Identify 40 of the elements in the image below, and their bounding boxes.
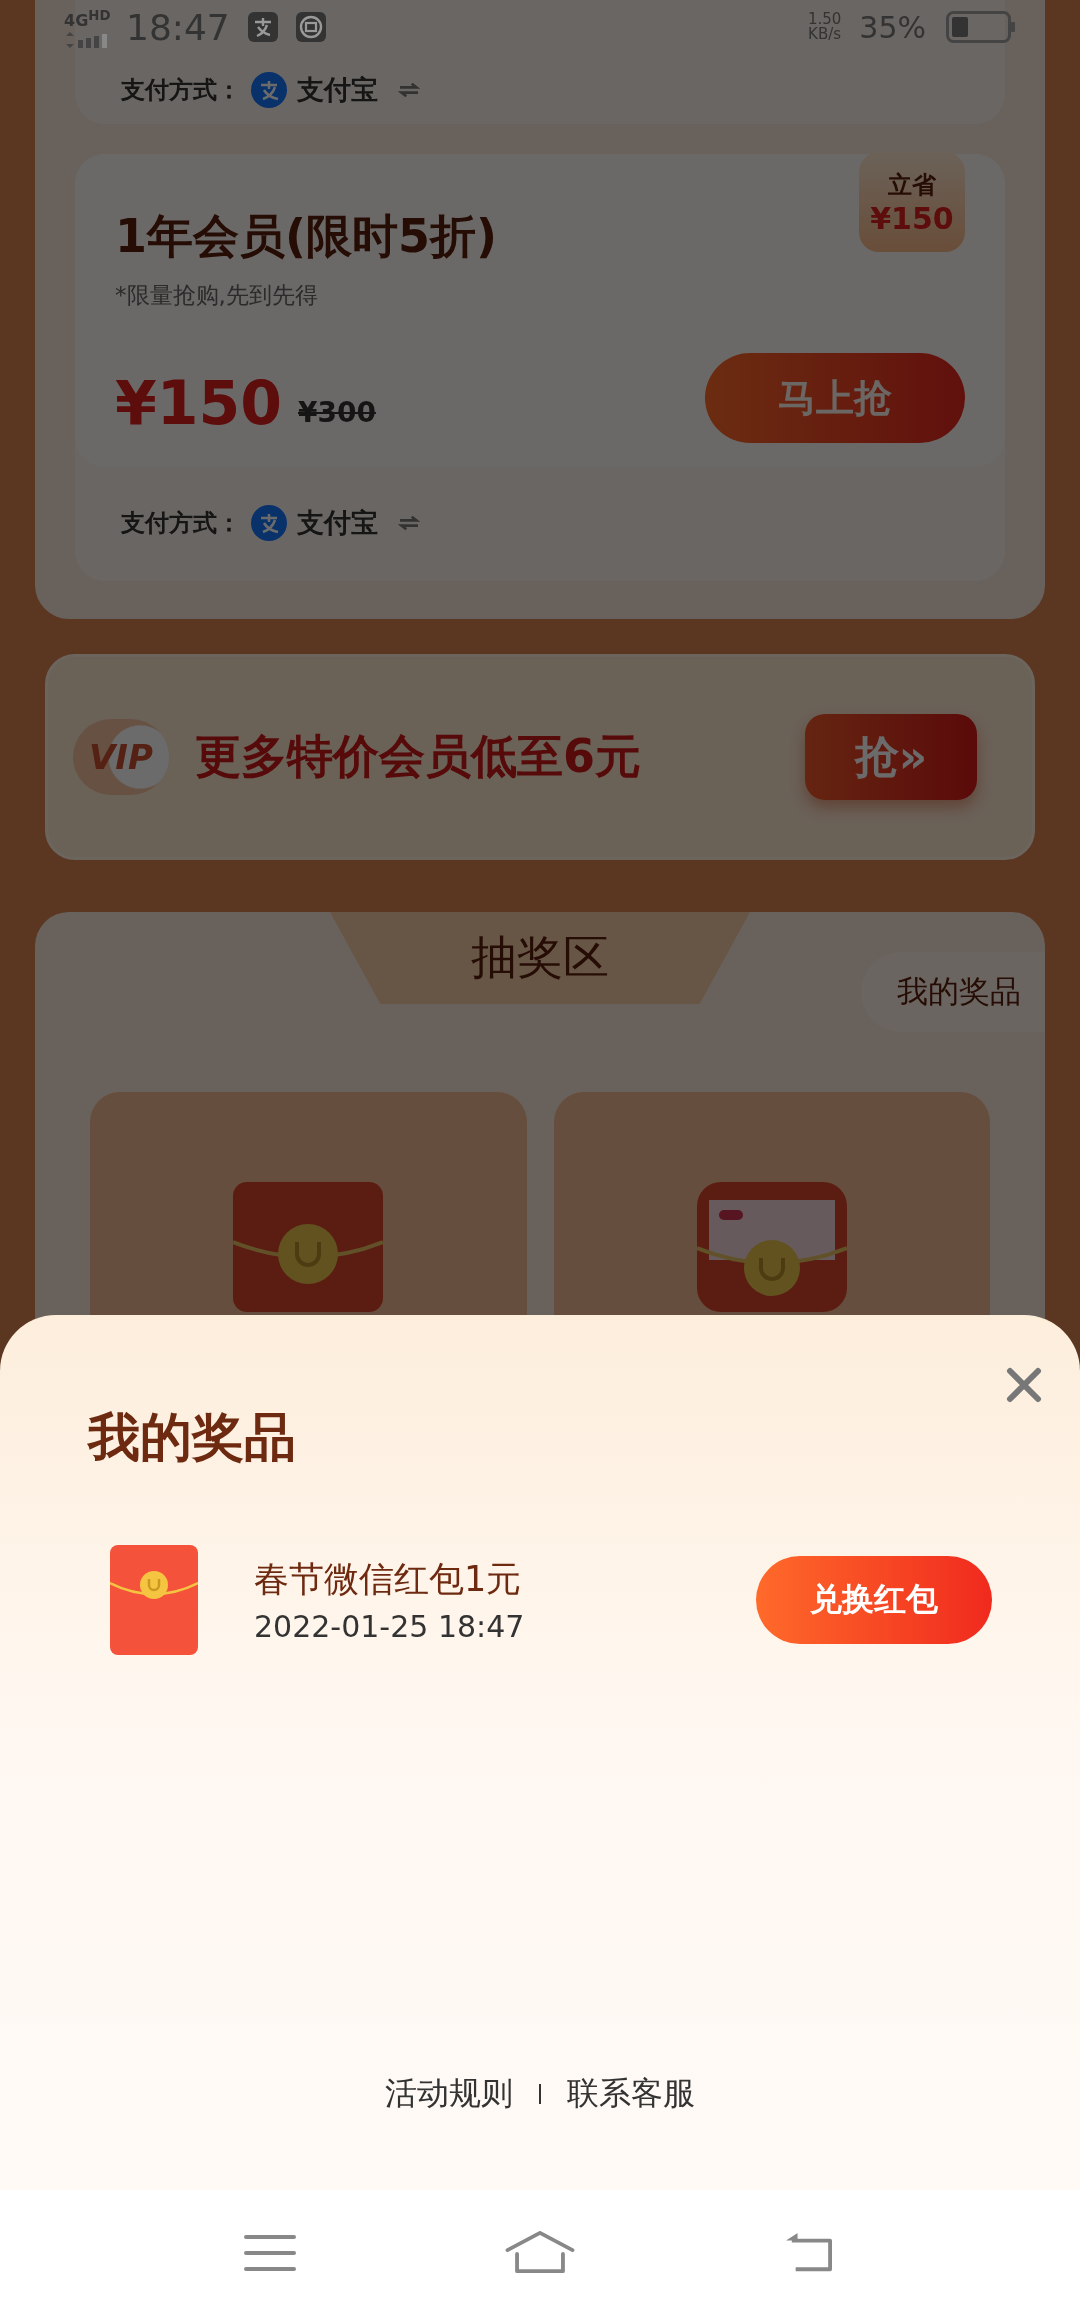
app-notification-icon (247, 12, 278, 42)
switch-icon[interactable] (398, 514, 420, 532)
prize-date: 2022-01-25 18:47 (254, 1609, 525, 1644)
clock: 18:47 (126, 6, 230, 48)
alipay-icon (251, 72, 287, 108)
section-title: 抽奖区 (471, 929, 609, 986)
speed-unit: KB/s (808, 27, 842, 42)
vip-badge: VIP (73, 719, 169, 795)
pay-label: 支付方式： (121, 508, 241, 539)
speed-value: 1.50 (807, 12, 842, 27)
grab-button[interactable]: 抢» (805, 714, 977, 800)
battery-percent: 35% (859, 9, 926, 45)
original-price: ¥300 (298, 396, 376, 429)
footer-link[interactable]: 活动规则 (385, 2072, 513, 2116)
signal-icon (64, 32, 108, 48)
footer-link[interactable]: 联系客服 (567, 2072, 695, 2116)
envelope-icon (110, 1545, 198, 1655)
buy-button[interactable]: 马上抢 (705, 353, 965, 443)
saving-label: 立省 (888, 169, 936, 201)
close-icon[interactable] (1004, 1365, 1044, 1405)
switch-icon[interactable] (398, 81, 420, 99)
battery-icon (946, 11, 1016, 43)
pay-label: 支付方式： (121, 75, 241, 106)
envelope-icon (233, 1182, 384, 1312)
banner-text: 更多特价会员低至6元 (194, 728, 641, 785)
promo-banner[interactable]: VIP 更多特价会员低至6元 抢» (45, 654, 1035, 860)
alipay-icon (251, 505, 287, 541)
pay-method: 支付宝 (297, 506, 378, 540)
pay-method: 支付宝 (297, 73, 378, 107)
home-icon[interactable] (505, 2231, 575, 2275)
offer-title: 1年会员(限时5折) (115, 208, 498, 265)
offer-note: *限量抢购,先到先得 (115, 281, 319, 310)
price: ¥150 (115, 373, 282, 433)
my-prizes-button[interactable]: 我的奖品 (861, 952, 1045, 1032)
prize-name: 春节微信红包1元 (254, 1558, 523, 1601)
app-notification-icon (295, 12, 326, 42)
sheet-title: 我的奖品 (88, 1406, 297, 1469)
cash-envelope-icon (696, 1182, 847, 1312)
redeem-button[interactable]: 兑换红包 (756, 1556, 992, 1644)
saving-amount: ¥150 (870, 200, 954, 236)
